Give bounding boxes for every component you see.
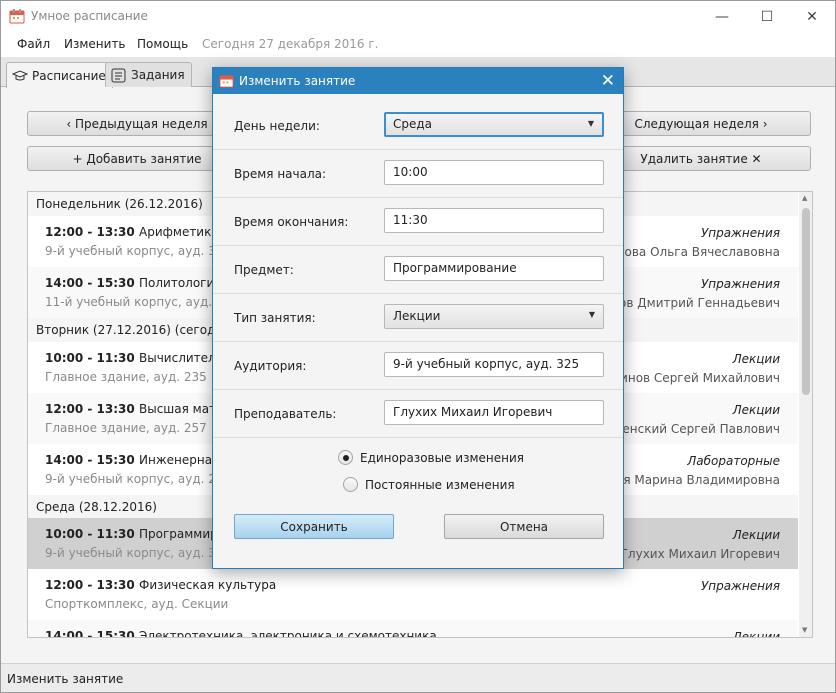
lesson-room: 11-й учебный корпус, ауд. 309 [45, 295, 239, 309]
chevron-down-icon: ▼ [587, 119, 594, 128]
list-item[interactable]: 14:00 - 15:30 Электротехника, электроник… [28, 620, 798, 638]
form-row-day: День недели: Среда ▼ [213, 102, 623, 150]
next-week-button[interactable]: Следующая неделя › [591, 111, 811, 136]
end-time-input[interactable]: 11:30 [384, 208, 604, 233]
day-label: День недели: [234, 119, 320, 133]
menu-help[interactable]: Помощь [137, 37, 188, 51]
radio-once-label: Единоразовые изменения [360, 450, 525, 465]
radio-permanent-indicator[interactable] [343, 477, 358, 492]
list-item[interactable]: 12:00 - 13:30 Физическая культура Спортк… [28, 569, 798, 620]
cancel-button[interactable]: Отмена [444, 514, 604, 539]
lesson-type: Упражнения [700, 226, 780, 240]
lesson-time: 14:00 - 15:30 [45, 453, 135, 467]
end-time-label: Время окончания: [234, 215, 349, 229]
radio-once-indicator[interactable] [338, 450, 353, 465]
vertical-scrollbar[interactable]: ▲ ▼ [799, 192, 812, 637]
subject-label: Предмет: [234, 263, 294, 277]
chevron-down-icon: ▼ [588, 310, 595, 319]
save-button[interactable]: Сохранить [234, 514, 394, 539]
form-row-start: Время начала: 10:00 [213, 150, 623, 198]
tab-schedule[interactable]: Расписание [6, 62, 113, 88]
lesson-type-label: Тип занятия: [234, 311, 316, 325]
dialog-title-bar: Изменить занятие ✕ [213, 68, 623, 94]
radio-once[interactable]: Единоразовые изменения [338, 450, 524, 465]
lesson-time: 10:00 - 11:30 [45, 351, 135, 365]
lesson-room: Главное здание, ауд. 257 [45, 421, 207, 435]
lesson-room: Спорткомплекс, ауд. Секции [45, 597, 229, 611]
menu-edit[interactable]: Изменить [64, 37, 126, 51]
lesson-time: 12:00 - 13:30 [45, 578, 135, 592]
menu-bar: Файл Изменить Помощь Сегодня 27 декабря … [1, 32, 835, 57]
lesson-room: 9-й учебный корпус, ауд. 215 [45, 472, 232, 486]
form-row-teacher: Преподаватель: Глухих Михаил Игоревич [213, 390, 623, 438]
lesson-teacher: Глухих Михаил Игоревич [620, 547, 780, 561]
graduation-cap-icon [12, 69, 28, 80]
lesson-room: 9-й учебный корпус, ауд. 319 [45, 244, 232, 258]
app-window: Умное расписание — ☐ ✕ Файл Изменить Пом… [0, 0, 836, 693]
teacher-label: Преподаватель: [234, 407, 337, 421]
lesson-time: 12:00 - 13:30 [45, 402, 135, 416]
lesson-type: Упражнения [700, 579, 780, 593]
scrollbar-thumb[interactable] [802, 208, 810, 395]
tab-schedule-label: Расписание [32, 68, 106, 83]
dialog-title: Изменить занятие [239, 74, 356, 88]
minimize-button[interactable]: — [699, 1, 745, 32]
subject-input[interactable]: Программирование [384, 256, 604, 281]
tasks-icon [111, 68, 126, 82]
lesson-type: Лекции [732, 630, 780, 638]
lesson-type-select[interactable]: Лекции ▼ [384, 304, 604, 329]
status-text: Изменить занятие [7, 672, 124, 686]
tab-tasks[interactable]: Задания [105, 62, 192, 87]
tab-tasks-label: Задания [131, 68, 185, 82]
scroll-up-icon[interactable]: ▲ [802, 194, 807, 202]
teacher-input[interactable]: Глухих Михаил Игоревич [384, 400, 604, 425]
room-input[interactable]: 9-й учебный корпус, ауд. 325 [384, 352, 604, 377]
lesson-time: 14:00 - 15:30 [45, 629, 135, 638]
calendar-icon [219, 75, 234, 88]
delete-lesson-button[interactable]: Удалить занятие ✕ [591, 146, 811, 171]
lesson-time: 12:00 - 13:30 [45, 225, 135, 239]
day-select[interactable]: Среда ▼ [384, 112, 604, 137]
lesson-subject: Электротехника, электроника и схемотехни… [139, 629, 437, 638]
start-time-label: Время начала: [234, 167, 327, 181]
lesson-subject: Арифметика [139, 225, 219, 239]
radio-permanent-label: Постоянные изменения [365, 477, 515, 492]
edit-lesson-dialog: Изменить занятие ✕ День недели: Среда ▼ … [212, 67, 624, 569]
status-bar: Изменить занятие [1, 663, 835, 692]
lesson-type: Упражнения [700, 277, 780, 291]
room-label: Аудитория: [234, 359, 307, 373]
menu-file[interactable]: Файл [17, 37, 50, 51]
form-row-room: Аудитория: 9-й учебный корпус, ауд. 325 [213, 342, 623, 390]
lesson-type: Лекции [732, 528, 780, 542]
lesson-subject: Политология [139, 276, 222, 290]
lesson-subject: Физическая культура [139, 578, 277, 592]
close-icon[interactable]: ✕ [601, 71, 615, 91]
lesson-type-value: Лекции [393, 309, 441, 323]
lesson-room: Главное здание, ауд. 235 [45, 370, 207, 384]
scroll-down-icon[interactable]: ▼ [802, 626, 807, 634]
lesson-time: 14:00 - 15:30 [45, 276, 135, 290]
radio-permanent[interactable]: Постоянные изменения [343, 477, 515, 492]
lesson-type: Лекции [732, 352, 780, 366]
window-title: Умное расписание [31, 9, 148, 23]
close-button[interactable]: ✕ [789, 1, 835, 32]
lesson-teacher: Устинов Сергей Михайлович [599, 371, 780, 385]
calendar-icon [9, 9, 25, 24]
form-row-end: Время окончания: 11:30 [213, 198, 623, 246]
form-row-subject: Предмет: Программирование [213, 246, 623, 294]
lesson-type: Лабораторные [687, 454, 780, 468]
maximize-button[interactable]: ☐ [744, 1, 790, 32]
lesson-type: Лекции [732, 403, 780, 417]
title-bar: Умное расписание — ☐ ✕ [1, 1, 835, 32]
lesson-time: 10:00 - 11:30 [45, 527, 135, 541]
day-value: Среда [393, 117, 433, 131]
today-date: Сегодня 27 декабря 2016 г. [202, 37, 379, 51]
form-row-type: Тип занятия: Лекции ▼ [213, 294, 623, 342]
start-time-input[interactable]: 10:00 [384, 160, 604, 185]
lesson-room: 9-й учебный корпус, ауд. 325 [45, 546, 232, 560]
